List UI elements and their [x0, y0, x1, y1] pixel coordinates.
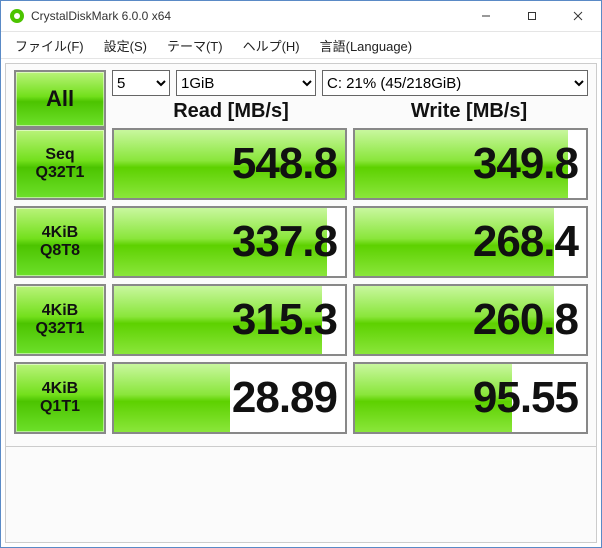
menu-help[interactable]: ヘルプ(H) [233, 33, 310, 58]
close-icon [573, 11, 583, 21]
write-value: 95.55 [473, 376, 578, 420]
menu-bar: ファイル(F) 設定(S) テーマ(T) ヘルプ(H) 言語(Language) [1, 32, 601, 59]
4k-q1t1-button[interactable]: 4KiB Q1T1 [14, 362, 106, 434]
4k-q8t8-write-cell: 268.4 [353, 206, 588, 278]
4k-q32t1-read-cell: 315.3 [112, 284, 347, 356]
read-value: 548.8 [232, 142, 337, 186]
read-value: 337.8 [232, 220, 337, 264]
test-label-line1: 4KiB [42, 224, 78, 242]
maximize-icon [527, 11, 537, 21]
test-size-select[interactable]: 1GiB [176, 70, 316, 96]
write-value: 268.4 [473, 220, 578, 264]
write-value: 260.8 [473, 298, 578, 342]
test-label-line1: Seq [45, 146, 74, 164]
seq-q32t1-button[interactable]: Seq Q32T1 [14, 128, 106, 200]
bench-row: 4KiB Q32T1 315.3 260.8 [14, 284, 588, 356]
minimize-button[interactable] [463, 1, 509, 31]
seq-q32t1-write-cell: 349.8 [353, 128, 588, 200]
4k-q32t1-write-cell: 260.8 [353, 284, 588, 356]
run-all-label: All [46, 87, 74, 111]
minimize-icon [481, 11, 491, 21]
test-label-line1: 4KiB [42, 302, 78, 320]
write-header: Write [MB/s] [350, 100, 588, 128]
drive-select[interactable]: C: 21% (45/218GiB) [322, 70, 588, 96]
menu-language[interactable]: 言語(Language) [310, 33, 423, 58]
4k-q8t8-button[interactable]: 4KiB Q8T8 [14, 206, 106, 278]
controls-row: All 5 1GiB C: 21% (45/218GiB) Read [ [6, 64, 596, 128]
content-area: All 5 1GiB C: 21% (45/218GiB) Read [ [5, 63, 597, 543]
app-window: CrystalDiskMark 6.0.0 x64 ファイル(F) 設定(S) … [0, 0, 602, 548]
read-header: Read [MB/s] [112, 100, 350, 128]
write-value: 349.8 [473, 142, 578, 186]
menu-settings[interactable]: 設定(S) [94, 33, 157, 58]
app-icon [9, 8, 25, 24]
4k-q1t1-write-cell: 95.55 [353, 362, 588, 434]
4k-q8t8-read-cell: 337.8 [112, 206, 347, 278]
test-label-line2: Q32T1 [36, 320, 85, 338]
read-bar [114, 364, 230, 432]
window-title: CrystalDiskMark 6.0.0 x64 [31, 9, 463, 23]
test-label-line2: Q8T8 [40, 242, 80, 260]
test-label-line2: Q32T1 [36, 164, 85, 182]
benchmark-grid: Seq Q32T1 548.8 349.8 4KiB Q8T8 [6, 128, 596, 446]
4k-q1t1-read-cell: 28.89 [112, 362, 347, 434]
read-value: 28.89 [232, 376, 337, 420]
seq-q32t1-read-cell: 548.8 [112, 128, 347, 200]
window-buttons [463, 1, 601, 31]
test-label-line1: 4KiB [42, 380, 78, 398]
runs-select[interactable]: 5 [112, 70, 170, 96]
menu-theme[interactable]: テーマ(T) [157, 33, 233, 58]
menu-file[interactable]: ファイル(F) [5, 33, 94, 58]
selectors: 5 1GiB C: 21% (45/218GiB) Read [MB/s] Wr… [112, 70, 588, 128]
bench-row: 4KiB Q8T8 337.8 268.4 [14, 206, 588, 278]
close-button[interactable] [555, 1, 601, 31]
status-bar [6, 446, 596, 469]
titlebar: CrystalDiskMark 6.0.0 x64 [1, 1, 601, 32]
maximize-button[interactable] [509, 1, 555, 31]
test-label-line2: Q1T1 [40, 398, 80, 416]
run-all-button[interactable]: All [14, 70, 106, 128]
bench-row: 4KiB Q1T1 28.89 95.55 [14, 362, 588, 434]
4k-q32t1-button[interactable]: 4KiB Q32T1 [14, 284, 106, 356]
bench-row: Seq Q32T1 548.8 349.8 [14, 128, 588, 200]
read-value: 315.3 [232, 298, 337, 342]
